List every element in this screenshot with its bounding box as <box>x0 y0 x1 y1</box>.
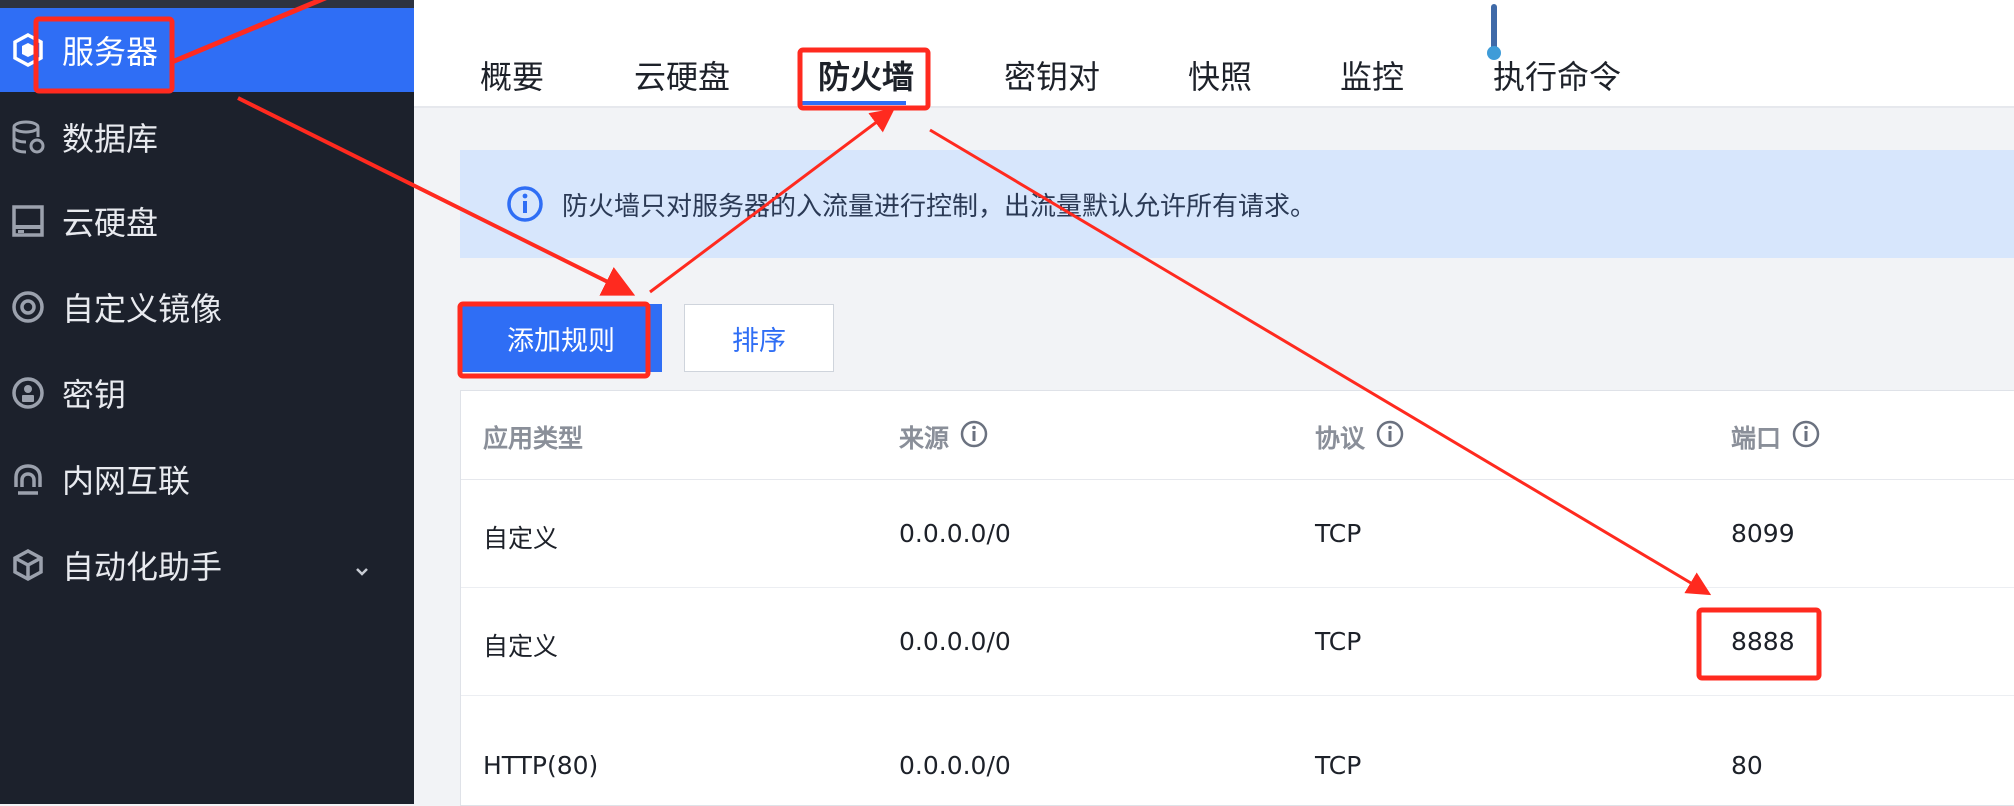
cell-app-type: HTTP(80) <box>483 751 599 780</box>
column-header-source: 来源 <box>899 419 989 455</box>
sidebar-item-label: 自定义镜像 <box>62 290 223 328</box>
main-content: 概要 云硬盘 防火墙 密钥对 快照 监控 执行命令 防火墙只对服务器的入流量进行… <box>414 0 2014 806</box>
sidebar-item-label: 服务器 <box>62 33 159 71</box>
sidebar-item-intranet[interactable]: 内网互联 <box>0 436 414 522</box>
column-header-protocol: 协议 <box>1315 419 1405 455</box>
tab-run-command[interactable]: 执行命令 <box>1493 52 1621 98</box>
sidebar-item-database[interactable]: 数据库 <box>0 94 414 180</box>
database-icon <box>8 117 48 157</box>
tab-monitoring[interactable]: 监控 <box>1340 52 1404 98</box>
sidebar-item-label: 内网互联 <box>62 462 191 500</box>
sidebar-item-servers[interactable]: 服务器 <box>0 8 414 92</box>
sidebar-item-custom-image[interactable]: 自定义镜像 <box>0 264 414 350</box>
sidebar-top-strip <box>0 0 414 8</box>
cell-port: 8099 <box>1731 519 1795 548</box>
tab-overview[interactable]: 概要 <box>480 52 544 98</box>
image-disc-icon <box>8 287 48 327</box>
sidebar-item-keys[interactable]: 密钥 <box>0 350 414 436</box>
info-notice: 防火墙只对服务器的入流量进行控制，出流量默认允许所有请求。 <box>460 150 2014 258</box>
cell-protocol: TCP <box>1315 519 1362 548</box>
info-circle-icon <box>506 185 544 223</box>
column-header-app-type: 应用类型 <box>483 419 583 455</box>
sidebar-item-label: 云硬盘 <box>62 204 159 242</box>
cell-app-type: 自定义 <box>483 524 559 553</box>
table-header: 应用类型 来源 协议 端口 <box>461 391 2014 480</box>
tab-snapshots[interactable]: 快照 <box>1188 52 1252 98</box>
server-box-icon <box>8 30 48 70</box>
cell-port: 8888 <box>1731 627 1795 656</box>
sidebar-item-label: 数据库 <box>62 120 159 158</box>
info-icon[interactable] <box>1791 419 1821 455</box>
cell-port: 80 <box>1731 751 1763 780</box>
cell-source: 0.0.0.0/0 <box>899 627 1011 656</box>
table-row: 自定义 0.0.0.0/0 TCP 8888 <box>461 587 2014 696</box>
cell-app-type: 自定义 <box>483 632 559 661</box>
column-header-port: 端口 <box>1731 419 1821 455</box>
sort-button[interactable]: 排序 <box>684 304 834 372</box>
automation-cube-icon <box>8 545 48 585</box>
firewall-rules-table: 应用类型 来源 协议 端口 自定义 0.0.0.0/0 TCP 8099 自定义… <box>460 390 2014 806</box>
cell-source: 0.0.0.0/0 <box>899 751 1011 780</box>
column-header-label: 端口 <box>1731 424 1782 453</box>
table-row: 自定义 0.0.0.0/0 TCP 8099 <box>461 479 2014 588</box>
drag-handle-knob[interactable] <box>1487 46 1501 60</box>
sidebar: 服务器 数据库 云硬盘 自定义镜像 密钥 内网互联 自动化助手 <box>0 0 414 804</box>
column-header-label: 应用类型 <box>483 424 584 453</box>
sidebar-item-label: 密钥 <box>62 376 127 414</box>
notice-text: 防火墙只对服务器的入流量进行控制，出流量默认允许所有请求。 <box>562 191 1317 222</box>
cell-protocol: TCP <box>1315 627 1362 656</box>
active-tab-indicator <box>800 101 906 105</box>
tab-key-pairs[interactable]: 密钥对 <box>1004 52 1100 98</box>
sidebar-item-automation[interactable]: 自动化助手 <box>0 522 414 608</box>
add-rule-button[interactable]: 添加规则 <box>460 304 662 372</box>
chevron-down-icon[interactable] <box>352 552 372 576</box>
disk-icon <box>8 201 48 241</box>
sidebar-item-label: 自动化助手 <box>62 548 223 586</box>
tab-bar: 概要 云硬盘 防火墙 密钥对 快照 监控 执行命令 <box>414 0 2014 108</box>
cell-protocol: TCP <box>1315 751 1362 780</box>
info-icon[interactable] <box>959 419 989 455</box>
column-header-label: 协议 <box>1315 424 1366 453</box>
cell-source: 0.0.0.0/0 <box>899 519 1011 548</box>
key-icon <box>8 373 48 413</box>
network-link-icon <box>8 459 48 499</box>
column-header-label: 来源 <box>899 424 950 453</box>
sidebar-item-cloud-disk[interactable]: 云硬盘 <box>0 178 414 264</box>
tab-cloud-disk[interactable]: 云硬盘 <box>634 52 730 98</box>
tab-firewall[interactable]: 防火墙 <box>818 52 914 98</box>
info-icon[interactable] <box>1375 419 1405 455</box>
table-row: HTTP(80) 0.0.0.0/0 TCP 80 <box>461 695 2014 805</box>
